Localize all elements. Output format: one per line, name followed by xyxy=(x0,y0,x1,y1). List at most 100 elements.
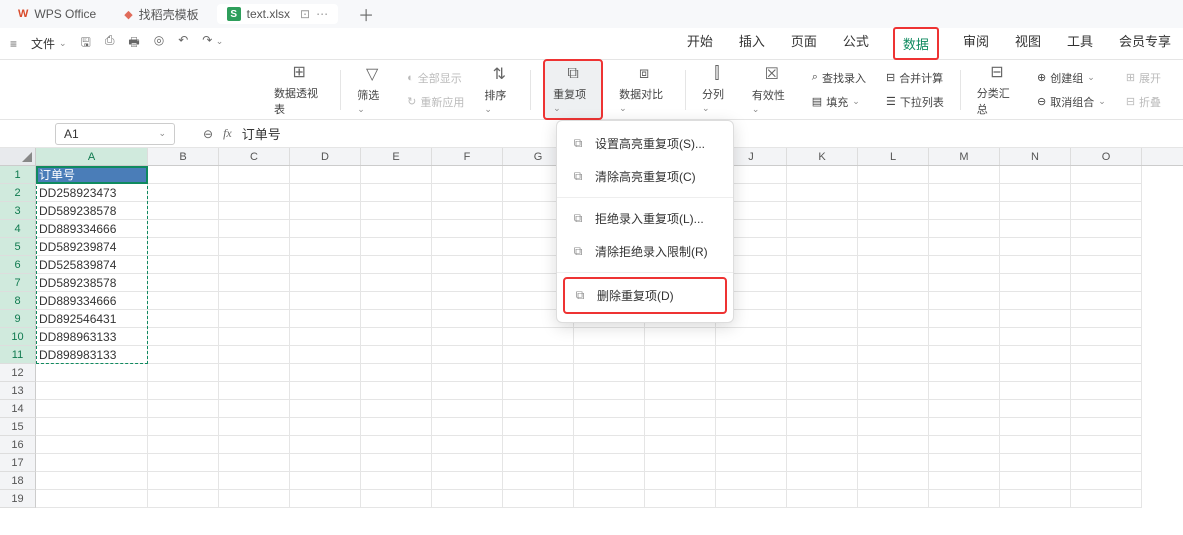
cell[interactable] xyxy=(36,454,148,472)
row-header-6[interactable]: 6 xyxy=(0,256,36,274)
cell[interactable] xyxy=(148,256,219,274)
cell[interactable] xyxy=(503,472,574,490)
row-header-10[interactable]: 10 xyxy=(0,328,36,346)
row-header-13[interactable]: 13 xyxy=(0,382,36,400)
cell[interactable] xyxy=(503,454,574,472)
col-header-B[interactable]: B xyxy=(148,148,219,165)
cell[interactable] xyxy=(1000,364,1071,382)
cell[interactable] xyxy=(432,220,503,238)
cell[interactable] xyxy=(1000,472,1071,490)
filter-button[interactable]: ▽ 筛选 ⌄ xyxy=(353,62,391,117)
undo-icon[interactable]: ↶ xyxy=(178,33,188,54)
cell[interactable] xyxy=(1071,472,1142,490)
cell[interactable] xyxy=(432,382,503,400)
cell[interactable] xyxy=(716,418,787,436)
row-header-17[interactable]: 17 xyxy=(0,454,36,472)
cell[interactable]: DD258923473 xyxy=(36,184,148,202)
cell[interactable] xyxy=(1071,418,1142,436)
cell[interactable] xyxy=(716,490,787,508)
fx-icon[interactable]: fx xyxy=(223,126,232,141)
cell[interactable] xyxy=(1071,292,1142,310)
cell[interactable] xyxy=(1000,454,1071,472)
menu-item-highlight[interactable]: ⧉设置高亮重复项(S)... xyxy=(557,127,733,160)
cell[interactable] xyxy=(1071,400,1142,418)
cell[interactable]: DD889334666 xyxy=(36,220,148,238)
cell[interactable] xyxy=(361,184,432,202)
cell[interactable] xyxy=(787,364,858,382)
row-header-8[interactable]: 8 xyxy=(0,292,36,310)
tab-view[interactable]: 视图 xyxy=(1013,27,1043,60)
sort-button[interactable]: ⇅ 排序 ⌄ xyxy=(480,62,518,117)
cell[interactable]: DD589238578 xyxy=(36,202,148,220)
cell[interactable] xyxy=(148,400,219,418)
cell[interactable] xyxy=(290,454,361,472)
cell[interactable] xyxy=(361,220,432,238)
cell[interactable] xyxy=(290,382,361,400)
cell[interactable] xyxy=(290,310,361,328)
cell[interactable] xyxy=(361,256,432,274)
row-header-9[interactable]: 9 xyxy=(0,310,36,328)
tab-data[interactable]: 数据 xyxy=(893,27,939,60)
cell[interactable] xyxy=(1071,328,1142,346)
cell[interactable] xyxy=(929,454,1000,472)
cell[interactable] xyxy=(219,490,290,508)
cell[interactable] xyxy=(361,454,432,472)
cell[interactable] xyxy=(148,202,219,220)
row-header-2[interactable]: 2 xyxy=(0,184,36,202)
tab-formula[interactable]: 公式 xyxy=(841,27,871,60)
cell[interactable]: DD898983133 xyxy=(36,346,148,364)
cell[interactable] xyxy=(219,274,290,292)
cell[interactable] xyxy=(432,328,503,346)
cell[interactable] xyxy=(361,490,432,508)
cell[interactable] xyxy=(929,202,1000,220)
cell[interactable] xyxy=(929,400,1000,418)
cell[interactable] xyxy=(432,400,503,418)
cell[interactable] xyxy=(36,436,148,454)
cell[interactable] xyxy=(574,472,645,490)
tab-tools[interactable]: 工具 xyxy=(1065,27,1095,60)
row-header-15[interactable]: 15 xyxy=(0,418,36,436)
cell[interactable] xyxy=(503,328,574,346)
cell[interactable] xyxy=(1071,256,1142,274)
cell[interactable] xyxy=(219,184,290,202)
cell[interactable] xyxy=(148,292,219,310)
tab-member[interactable]: 会员专享 xyxy=(1117,27,1173,60)
cell[interactable] xyxy=(1000,382,1071,400)
cell[interactable] xyxy=(432,346,503,364)
cell[interactable] xyxy=(219,220,290,238)
cell[interactable] xyxy=(36,418,148,436)
cell[interactable] xyxy=(787,328,858,346)
cell[interactable] xyxy=(148,328,219,346)
cell[interactable] xyxy=(858,364,929,382)
cell[interactable] xyxy=(858,166,929,184)
cell[interactable] xyxy=(645,436,716,454)
cell[interactable] xyxy=(148,454,219,472)
cell[interactable] xyxy=(1071,382,1142,400)
cell[interactable] xyxy=(361,382,432,400)
menu-item-reject[interactable]: ⧉拒绝录入重复项(L)... xyxy=(557,202,733,235)
cell[interactable] xyxy=(645,400,716,418)
cell[interactable] xyxy=(929,436,1000,454)
cell[interactable] xyxy=(787,346,858,364)
cell[interactable] xyxy=(432,184,503,202)
cell[interactable] xyxy=(645,382,716,400)
cell[interactable] xyxy=(1071,454,1142,472)
cell[interactable] xyxy=(858,220,929,238)
cell[interactable] xyxy=(929,328,1000,346)
row-header-19[interactable]: 19 xyxy=(0,490,36,508)
cell[interactable] xyxy=(716,346,787,364)
cell[interactable] xyxy=(219,256,290,274)
cell[interactable] xyxy=(716,364,787,382)
cell[interactable] xyxy=(574,454,645,472)
cell[interactable] xyxy=(787,238,858,256)
cell[interactable] xyxy=(290,490,361,508)
cell[interactable] xyxy=(219,202,290,220)
col-header-N[interactable]: N xyxy=(1000,148,1071,165)
cell[interactable] xyxy=(503,364,574,382)
cell[interactable] xyxy=(148,274,219,292)
cancel-icon[interactable]: ⊖ xyxy=(203,127,213,141)
cell[interactable] xyxy=(219,292,290,310)
tab-review[interactable]: 审阅 xyxy=(961,27,991,60)
cell[interactable] xyxy=(148,418,219,436)
cell[interactable] xyxy=(290,328,361,346)
